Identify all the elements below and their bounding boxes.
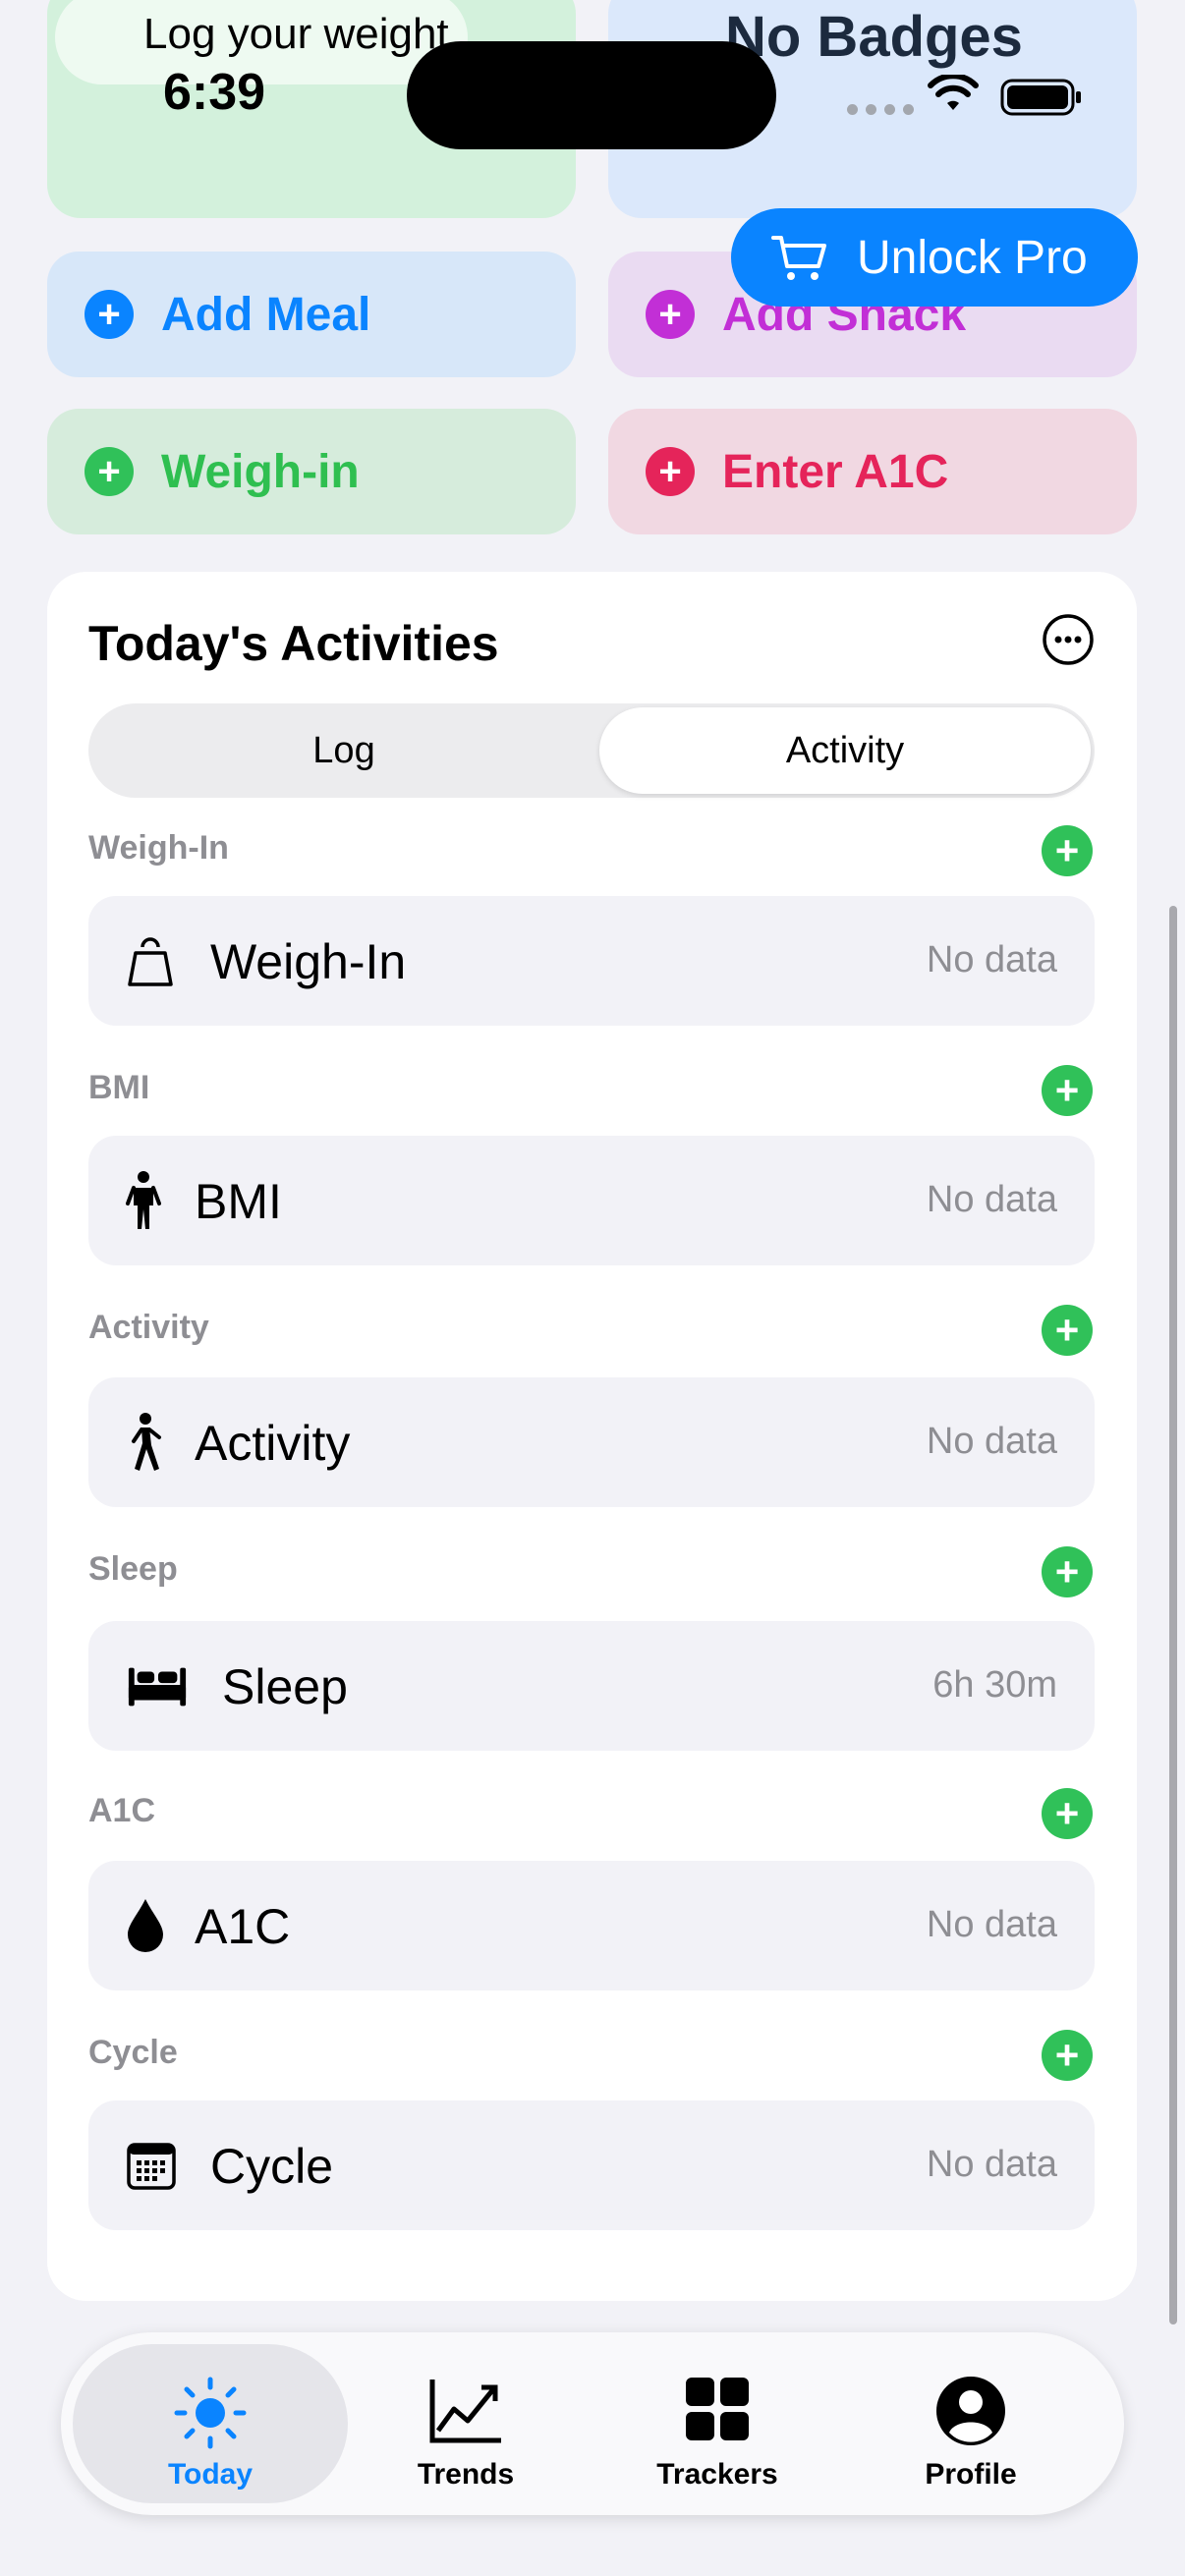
unlock-pro-label: Unlock Pro — [857, 231, 1088, 284]
enter-a1c-button[interactable]: + Enter A1C — [608, 409, 1137, 534]
add-meal-label: Add Meal — [161, 288, 371, 341]
unlock-pro-button[interactable]: Unlock Pro — [731, 208, 1138, 307]
tab-trends[interactable]: Trends — [328, 2344, 603, 2503]
row-label-weigh-in: Weigh-In — [210, 934, 407, 989]
tracker-row-activity[interactable]: Activity No data — [88, 1377, 1095, 1507]
status-time: 6:39 — [163, 64, 266, 121]
tracker-row-cycle[interactable]: Cycle No data — [88, 2100, 1095, 2230]
tab-label-today: Today — [167, 2458, 254, 2491]
tab-label-trends: Trends — [417, 2458, 515, 2491]
section-header-sleep: Sleep — [88, 1550, 178, 1588]
add-cycle-button[interactable]: + — [1042, 2030, 1093, 2081]
figure-stand-icon — [126, 1169, 189, 1232]
plus-circle-icon: + — [85, 447, 134, 496]
row-label-activity: Activity — [195, 1416, 351, 1471]
card-title: Today's Activities — [88, 616, 499, 671]
wifi-icon — [928, 75, 979, 110]
enter-a1c-label: Enter A1C — [722, 445, 949, 498]
row-value-bmi: No data — [926, 1179, 1057, 1220]
tracker-row-sleep[interactable]: Sleep 6h 30m — [88, 1621, 1095, 1751]
add-weigh-in-button[interactable]: + — [1042, 825, 1093, 876]
tab-today[interactable]: Today — [73, 2344, 348, 2503]
plus-circle-icon: + — [646, 447, 695, 496]
tracker-row-bmi[interactable]: BMI No data — [88, 1136, 1095, 1265]
section-header-weigh-in: Weigh-In — [88, 829, 229, 867]
weigh-in-button[interactable]: + Weigh-in — [47, 409, 576, 534]
tracker-row-a1c[interactable]: A1C No data — [88, 1861, 1095, 1990]
section-header-a1c: A1C — [88, 1792, 156, 1829]
todays-activities-card: Today's Activities Log Activity Weigh-In… — [47, 572, 1137, 2301]
grid-icon — [580, 2376, 855, 2448]
tab-profile[interactable]: Profile — [833, 2344, 1108, 2503]
weigh-in-label: Weigh-in — [161, 445, 360, 498]
add-bmi-button[interactable]: + — [1042, 1065, 1093, 1116]
dynamic-island — [407, 41, 776, 149]
add-meal-button[interactable]: + Add Meal — [47, 252, 576, 377]
row-label-bmi: BMI — [195, 1174, 282, 1229]
section-header-cycle: Cycle — [88, 2034, 178, 2071]
chart-line-icon — [328, 2376, 603, 2448]
add-activity-button[interactable]: + — [1042, 1305, 1093, 1356]
plus-circle-icon: + — [85, 290, 134, 339]
row-label-a1c: A1C — [195, 1899, 291, 1954]
row-value-weigh-in: No data — [926, 939, 1057, 980]
cellular-signal-icon — [847, 104, 914, 115]
more-options-icon[interactable] — [1042, 613, 1095, 666]
row-value-a1c: No data — [926, 1904, 1057, 1945]
tracker-row-weigh-in[interactable]: Weigh-In No data — [88, 896, 1095, 1026]
figure-walk-icon — [126, 1411, 189, 1474]
bed-icon — [126, 1654, 189, 1717]
calendar-icon — [126, 2134, 189, 2197]
section-header-activity: Activity — [88, 1309, 209, 1346]
row-label-cycle: Cycle — [210, 2139, 334, 2194]
add-sleep-button[interactable]: + — [1042, 1546, 1093, 1597]
tab-label-profile: Profile — [925, 2458, 1017, 2491]
log-weight-label: Log your weight — [143, 10, 449, 58]
segment-activity[interactable]: Activity — [599, 707, 1091, 794]
person-circle-icon — [833, 2376, 1108, 2448]
sun-icon — [73, 2376, 348, 2449]
section-header-bmi: BMI — [88, 1069, 150, 1106]
row-value-sleep: 6h 30m — [932, 1664, 1057, 1706]
scale-icon — [126, 929, 189, 992]
tab-trackers[interactable]: Trackers — [580, 2344, 855, 2503]
scrollbar[interactable] — [1169, 906, 1177, 2324]
row-value-cycle: No data — [926, 2144, 1057, 2185]
add-a1c-button[interactable]: + — [1042, 1788, 1093, 1839]
log-activity-segmented-control: Log Activity — [88, 703, 1095, 798]
battery-icon — [1000, 79, 1081, 116]
tab-label-trackers: Trackers — [656, 2458, 778, 2491]
drop-icon — [126, 1894, 189, 1957]
cart-icon — [771, 236, 826, 280]
plus-circle-icon: + — [646, 290, 695, 339]
segment-log[interactable]: Log — [92, 707, 595, 794]
badges-label: No Badges — [725, 5, 1023, 69]
tab-bar: Today Trends Trackers Profile — [61, 2332, 1124, 2515]
row-value-activity: No data — [926, 1421, 1057, 1462]
row-label-sleep: Sleep — [222, 1659, 348, 1714]
